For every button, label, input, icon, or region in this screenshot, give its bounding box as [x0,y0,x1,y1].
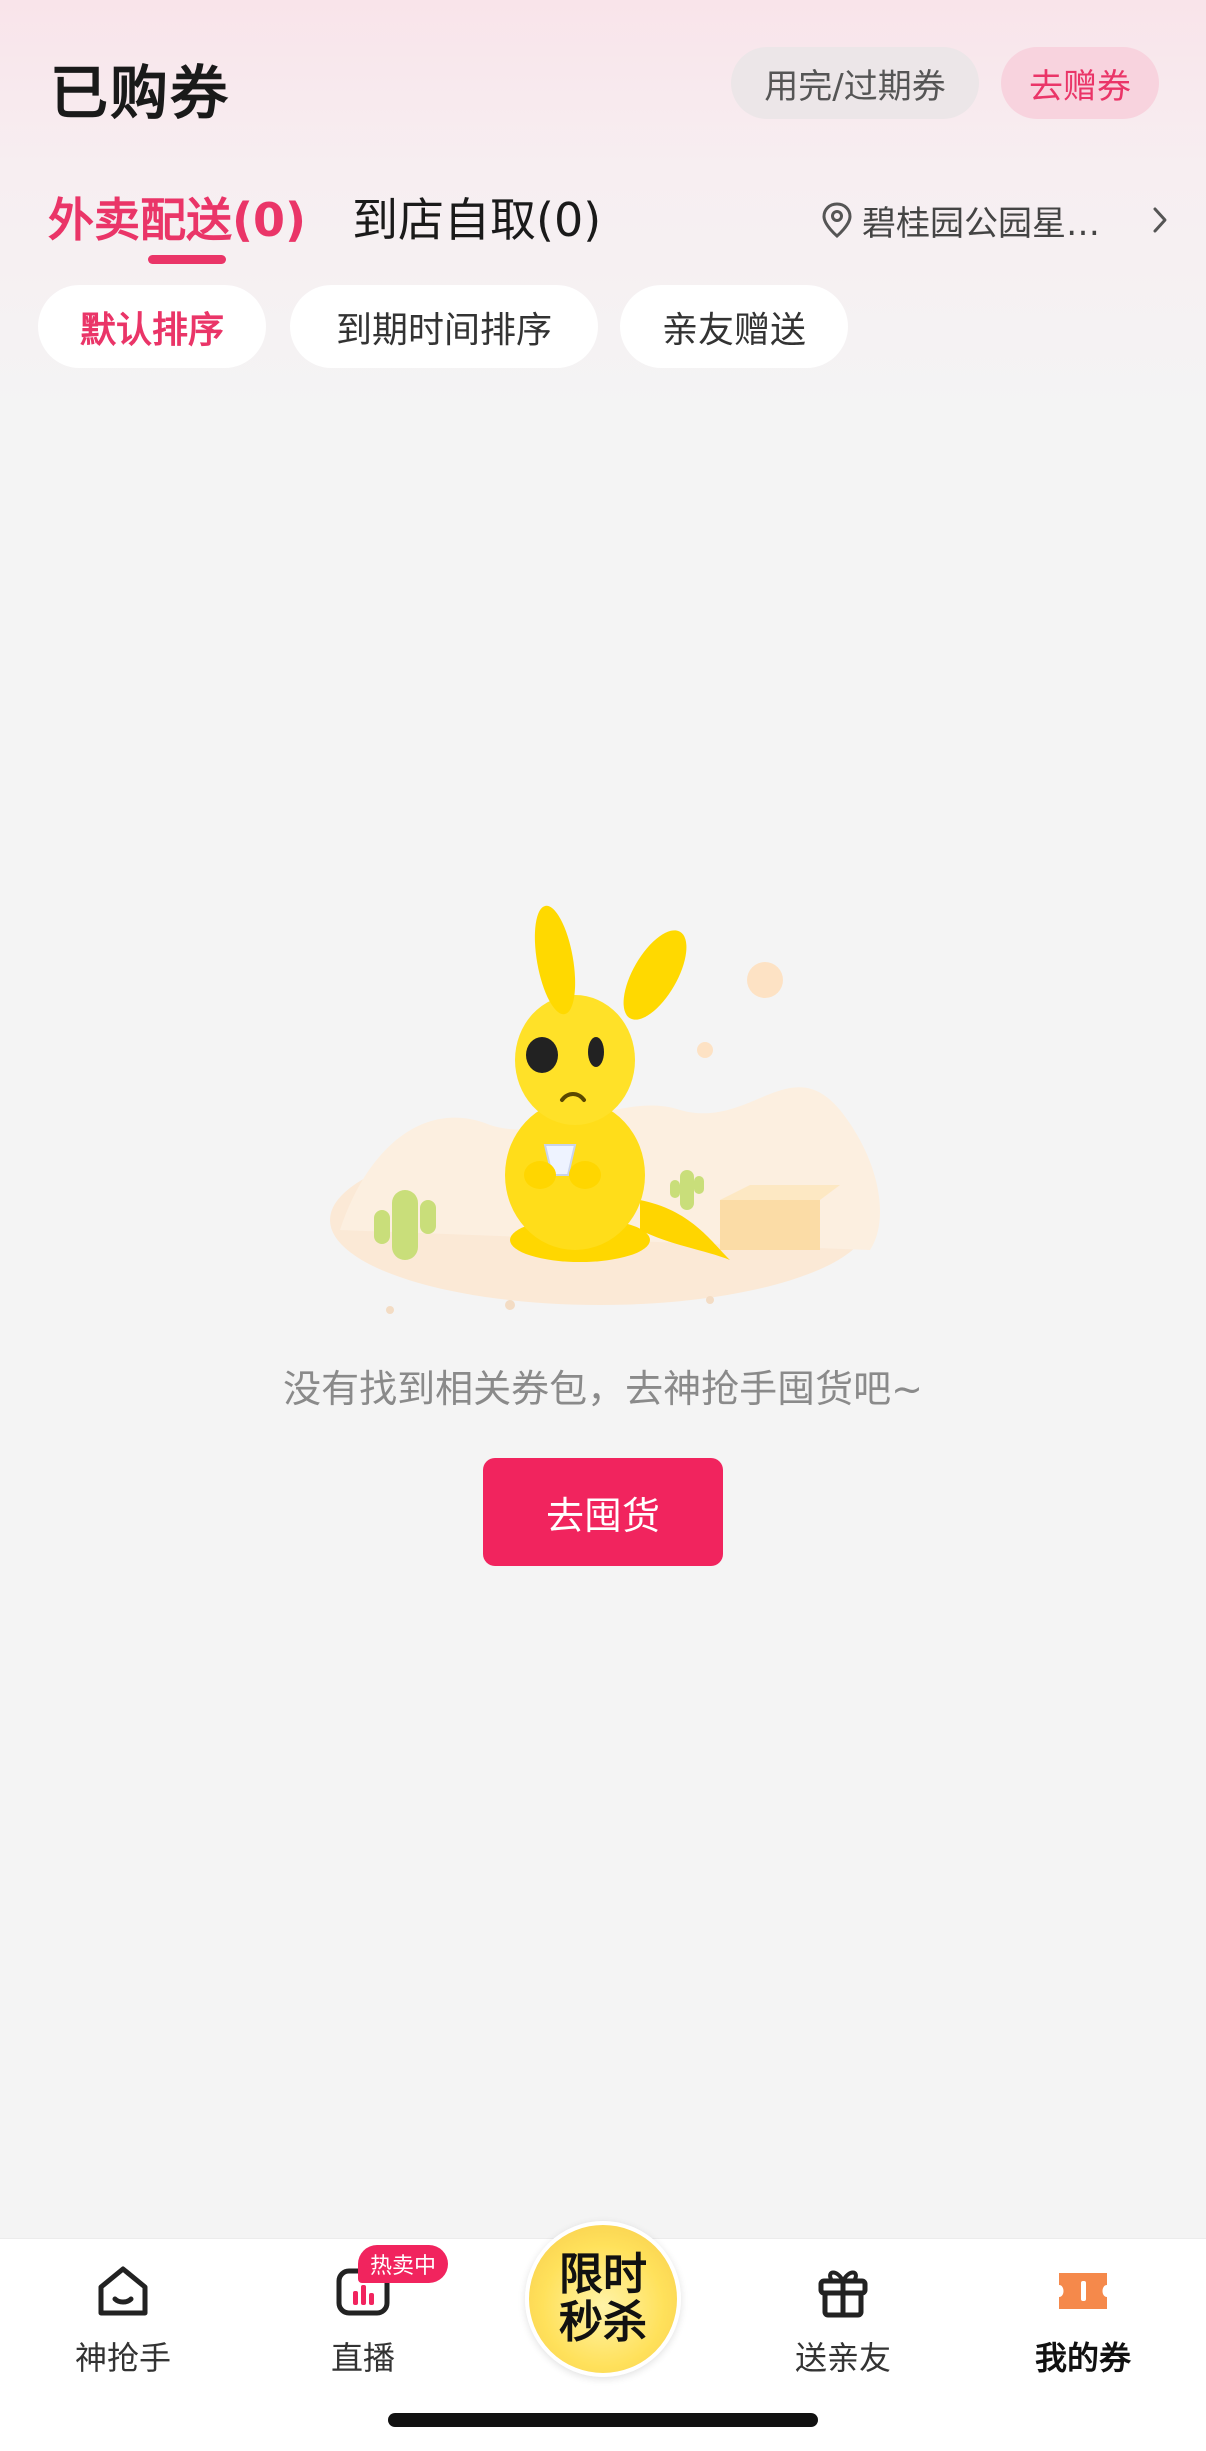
location-selector[interactable]: 碧桂园公园星… [822,192,1168,248]
filter-chips: 默认排序 到期时间排序 亲友赠送 [0,285,1206,370]
coupon-icon [1059,2273,1107,2309]
tabbar-label: 神抢手 [74,2339,171,2377]
flash-sale-button[interactable]: 限时 秒杀 [525,2221,681,2377]
tabbar-label: 送亲友 [794,2339,891,2377]
tab-pickup[interactable]: 到店自取(0) [352,184,601,250]
home-icon [98,2266,148,2316]
flash-sale-line1: 限时 [559,2249,647,2300]
sort-default-chip[interactable]: 默认排序 [38,285,266,368]
empty-state-illustration [330,905,880,1314]
tab-bar: 外卖配送(0) 到店自取(0) 碧桂园公园星… [0,170,1206,270]
active-tab-indicator [148,255,226,264]
home-indicator [388,2413,818,2427]
header: 已购券 用完/过期券 去赠券 [0,0,1206,170]
empty-message: 没有找到相关券包，去神抢手囤货吧~ [283,1367,923,1411]
tabbar-label: 我的券 [1034,2339,1131,2377]
friends-gift-chip[interactable]: 亲友赠送 [620,285,848,368]
location-pin-icon [822,202,852,238]
expired-coupons-button[interactable]: 用完/过期券 [731,47,979,119]
hot-selling-badge: 热卖中 [358,2245,449,2283]
flash-sale-line2: 秒杀 [559,2297,647,2348]
location-label: 碧桂园公园星… [862,203,1100,244]
chevron-right-icon [1153,207,1167,233]
page-title: 已购券 [50,59,231,127]
tabbar-item-my-coupons[interactable]: 我的券 [1003,2259,1163,2379]
tabbar-item-flash-buyer[interactable]: 神抢手 [43,2259,203,2379]
gift-icon [818,2270,868,2318]
tabbar-label: 直播 [330,2339,395,2377]
tab-delivery[interactable]: 外卖配送(0) [48,184,306,250]
tabbar-item-send-friends[interactable]: 送亲友 [763,2259,923,2379]
sort-expiry-chip[interactable]: 到期时间排序 [290,285,598,368]
stock-up-button[interactable]: 去囤货 [483,1458,723,1566]
gift-coupon-button[interactable]: 去赠券 [1001,47,1159,119]
